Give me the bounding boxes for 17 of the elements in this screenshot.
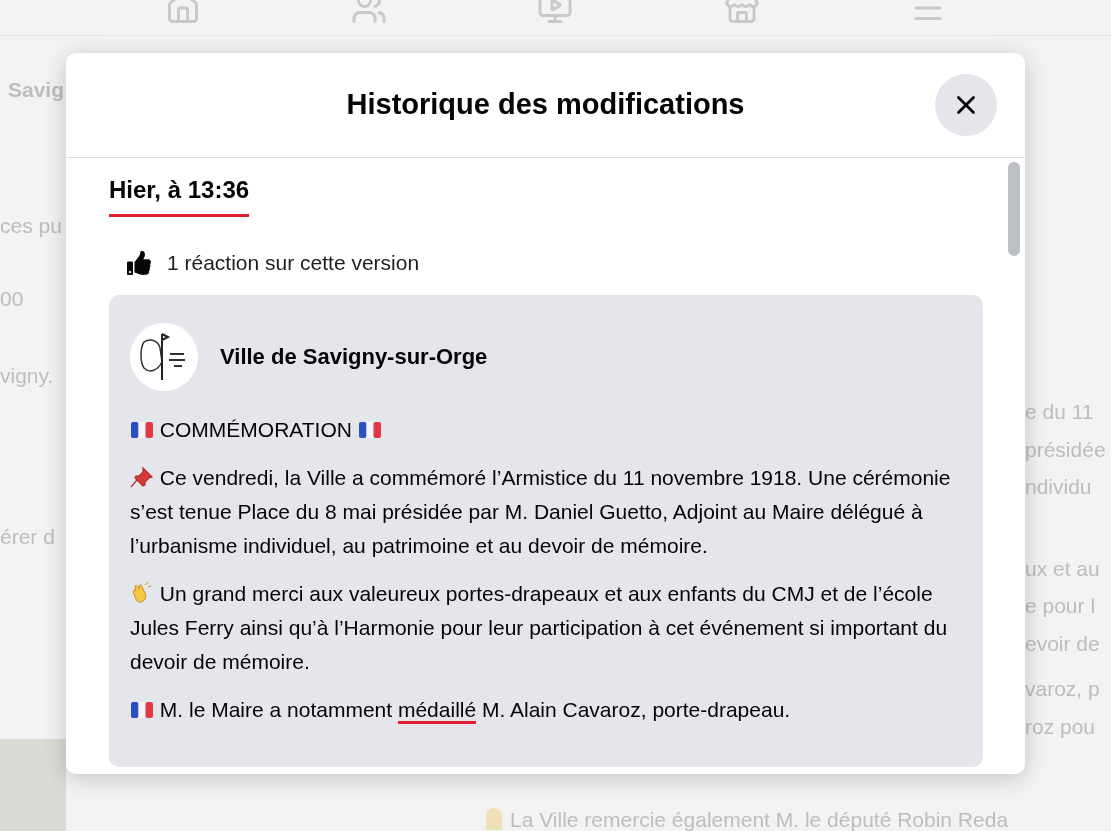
reaction-count: 1 réaction sur cette version [167,250,420,276]
post-paragraph: Ce vendredi, la Ville a commémoré l’Armistice du 11 novembre 1918. Une cérémonie s’est tenue Place du 8 mai présidée par M. Daniel Guetto, Adjoint au Maire délégué à l’urbanisme individuel, au patrimoine et au devoir de mémoire. [130,464,952,559]
page-name: Ville de Savigny-sur-Orge [220,343,488,371]
dialog-title: Historique des modifications [346,87,745,123]
store-icon[interactable] [723,0,760,26]
people-icon[interactable] [351,0,388,26]
clapping-hands-icon [130,581,154,604]
post-paragraph: M. le Maire a notamment médaillé M. Alain Cavaroz, porte-drapeau. [130,692,962,727]
post-paragraph: Un grand merci aux valeureux portes-drapeaux et aux enfants du CMJ et de l’école Jules Ferry ainsi qu’à l’Harmonie pour leur participation à cet événement si important du devoir de mémoire. [130,580,949,675]
version-date: Hier, à 13:36 [109,172,250,217]
pushpin-icon [130,465,154,488]
flag-icon [357,420,382,439]
flag-icon [130,700,154,719]
video-icon[interactable] [537,0,574,26]
flag-icon [130,420,154,439]
post-paragraph: COMMÉMORATION [130,412,962,447]
thumbs-up-icon [127,250,151,275]
